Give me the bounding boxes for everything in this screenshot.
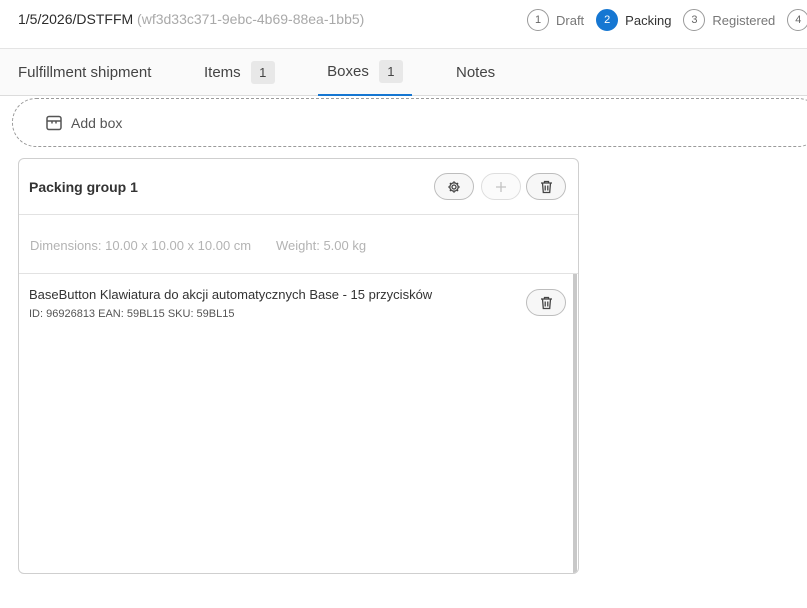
packing-group-items: BaseButton Klawiatura do akcji automatyc… bbox=[19, 274, 578, 573]
add-box-label: Add box bbox=[71, 114, 123, 131]
document-title: 1/5/2026/DSTFFM (wf3d33c371-9ebc-4b69-88… bbox=[18, 11, 364, 27]
packing-group-card: Packing group 1 Dimensions: 10.00 x 10.0… bbox=[18, 158, 579, 574]
status-stepper: 1 Draft 2 Packing 3 Registered 4 bbox=[527, 8, 807, 32]
top-bar: 1/5/2026/DSTFFM (wf3d33c371-9ebc-4b69-88… bbox=[0, 0, 807, 48]
dimensions-text: Dimensions: 10.00 x 10.00 x 10.00 cm bbox=[30, 238, 252, 253]
tab-label: Boxes bbox=[327, 63, 369, 80]
trash-icon bbox=[540, 180, 553, 194]
weight-text: Weight: 5.00 kg bbox=[276, 238, 367, 253]
step-number: 2 bbox=[596, 9, 619, 31]
document-number: 1/5/2026/DSTFFM bbox=[18, 11, 134, 27]
gear-icon bbox=[447, 180, 461, 194]
plus-icon bbox=[495, 181, 507, 193]
step-number: 1 bbox=[527, 9, 549, 31]
tab-fulfillment-shipment[interactable]: Fulfillment shipment bbox=[18, 49, 151, 96]
step-label: Packing bbox=[625, 12, 672, 28]
trash-icon bbox=[540, 296, 553, 310]
step-draft[interactable]: 1 Draft bbox=[527, 9, 584, 31]
add-item-button[interactable] bbox=[481, 173, 521, 200]
step-label: Registered bbox=[712, 12, 776, 28]
step-number: 4 bbox=[787, 9, 807, 31]
delete-group-button[interactable] bbox=[526, 173, 566, 200]
boxes-count-badge: 1 bbox=[378, 60, 403, 83]
packing-group-header: Packing group 1 bbox=[19, 159, 578, 215]
tab-label: Items bbox=[204, 64, 241, 81]
step-4[interactable]: 4 bbox=[787, 9, 807, 31]
tab-items[interactable]: Items 1 bbox=[204, 49, 275, 96]
tab-label: Fulfillment shipment bbox=[18, 64, 152, 81]
step-registered[interactable]: 3 Registered bbox=[683, 9, 775, 31]
items-count-badge: 1 bbox=[250, 61, 275, 84]
package-icon bbox=[45, 114, 63, 132]
delete-item-button[interactable] bbox=[526, 289, 566, 316]
item-identifiers: ID: 96926813 EAN: 59BL15 SKU: 59BL15 bbox=[29, 308, 235, 320]
tab-bar: Fulfillment shipment Items 1 Boxes 1 Not… bbox=[0, 48, 807, 96]
group-settings-button[interactable] bbox=[434, 173, 474, 200]
tab-boxes[interactable]: Boxes 1 bbox=[318, 49, 412, 96]
item-name: BaseButton Klawiatura do akcji automatyc… bbox=[29, 287, 433, 302]
add-box-button[interactable]: Add box bbox=[12, 98, 807, 147]
document-uuid: (wf3d33c371-9ebc-4b69-88ea-1bb5) bbox=[137, 11, 365, 27]
packing-group-title: Packing group 1 bbox=[29, 179, 138, 195]
packing-group-dimensions: Dimensions: 10.00 x 10.00 x 10.00 cm Wei… bbox=[19, 215, 578, 274]
scrollbar[interactable] bbox=[573, 274, 577, 573]
tab-notes[interactable]: Notes bbox=[456, 49, 495, 96]
step-label: Draft bbox=[556, 12, 585, 28]
step-packing[interactable]: 2 Packing bbox=[596, 9, 671, 31]
step-number: 3 bbox=[683, 9, 706, 31]
tab-label: Notes bbox=[456, 64, 496, 81]
